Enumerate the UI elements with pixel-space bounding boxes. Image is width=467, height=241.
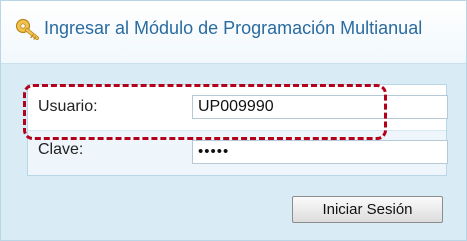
- login-panel: Ingresar al Módulo de Programación Multi…: [0, 0, 467, 241]
- password-input[interactable]: •••••: [192, 140, 448, 164]
- page-title: Ingresar al Módulo de Programación Multi…: [44, 18, 423, 38]
- login-button[interactable]: Iniciar Sesión: [292, 196, 443, 223]
- panel-header: Ingresar al Módulo de Programación Multi…: [1, 1, 466, 64]
- key-icon: [15, 18, 41, 40]
- clave-label: Clave:: [38, 141, 84, 158]
- usuario-highlight-annotation: [23, 84, 387, 140]
